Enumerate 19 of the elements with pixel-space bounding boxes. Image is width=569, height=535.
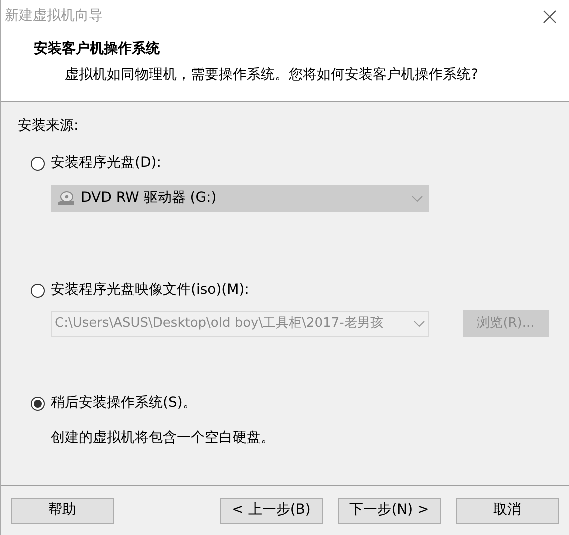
section-label: 安装来源: — [18, 117, 80, 136]
page-heading: 安装客户机操作系统 — [34, 40, 161, 59]
option-label: 稍后安装操作系统(S)。 — [51, 394, 197, 413]
option-note: 创建的虚拟机将包含一个空白硬盘。 — [51, 429, 276, 448]
chevron-down-icon — [412, 196, 423, 202]
radio-button[interactable] — [31, 156, 45, 170]
page-subtitle: 虚拟机如同物理机，需要操作系统。您将如何安装客户机操作系统? — [65, 66, 480, 85]
dialog-button[interactable]: 下一步(N) > — [338, 498, 441, 524]
radio-button[interactable] — [31, 396, 45, 410]
option-label: 安装程序光盘(D): — [51, 154, 162, 173]
dialog-button[interactable]: 取消 — [456, 498, 559, 524]
drive-dropdown[interactable]: DVD RW 驱动器 (G:) — [51, 185, 429, 212]
option-label: 安装程序光盘映像文件(iso)(M): — [51, 281, 250, 300]
disc-drive-icon — [57, 190, 75, 208]
window-title: 新建虚拟机向导 — [5, 7, 103, 26]
close-icon[interactable] — [543, 10, 557, 24]
dialog-button[interactable]: 帮助 — [11, 498, 114, 524]
dialog-button[interactable]: < 上一步(B) — [220, 498, 323, 524]
chevron-down-icon — [414, 320, 425, 326]
